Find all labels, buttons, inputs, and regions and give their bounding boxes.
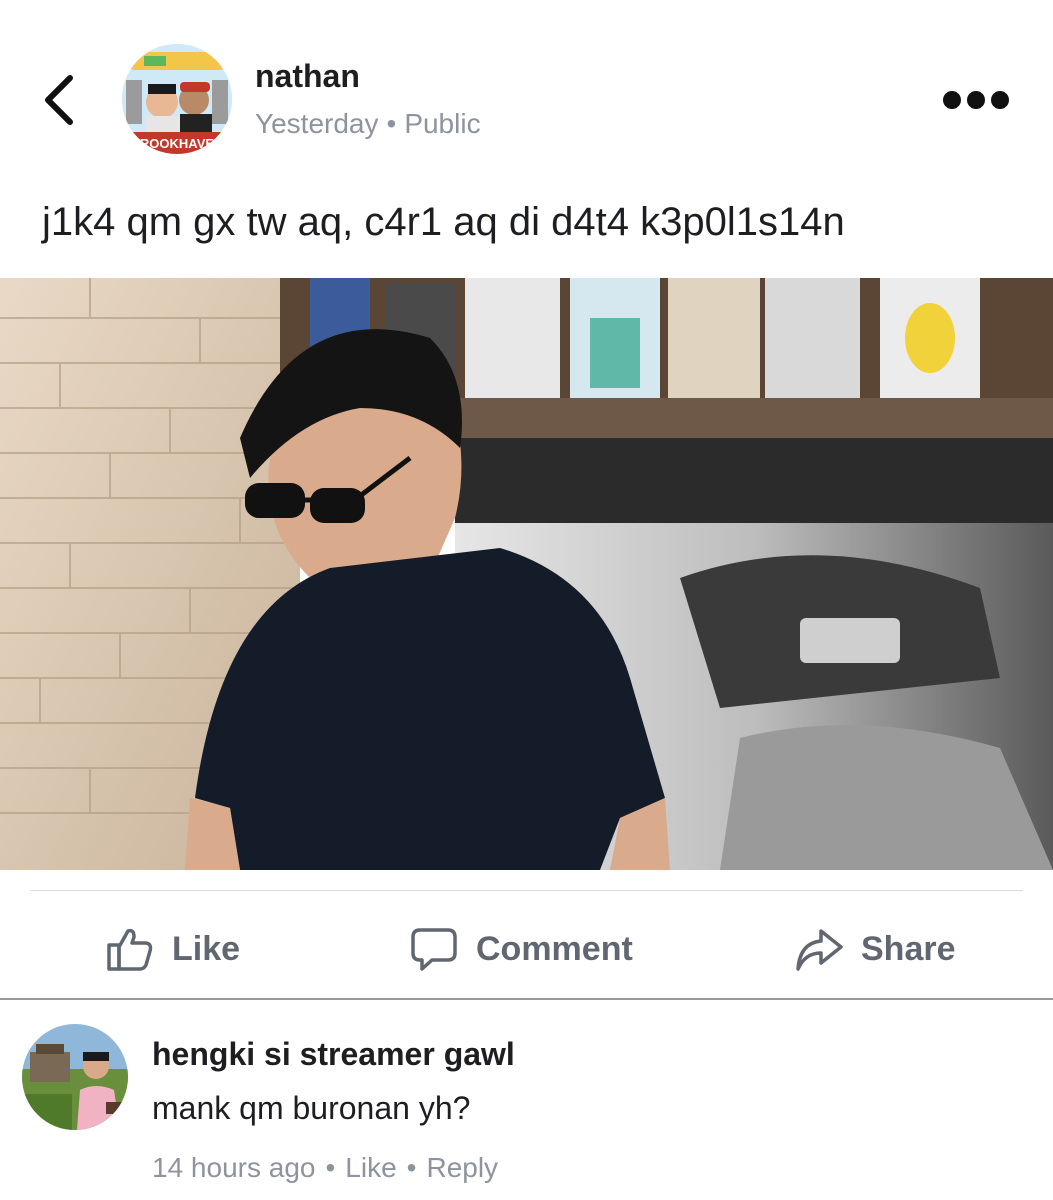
more-dots-icon — [943, 91, 1009, 109]
author-avatar[interactable]: BROOKHAVEN — [122, 44, 232, 154]
comment-button[interactable]: Comment — [410, 900, 633, 998]
chevron-left-icon — [45, 75, 73, 125]
post-audience: Public — [404, 108, 481, 139]
post-header: BROOKHAVEN nathan Yesterday • Public — [0, 0, 1053, 180]
thumbs-up-icon — [107, 928, 153, 971]
post-photo[interactable] — [0, 278, 1053, 870]
meta-separator: • — [386, 108, 397, 139]
post-photo-image — [0, 278, 1053, 870]
share-button[interactable]: Share — [795, 900, 956, 998]
comment-like-link[interactable]: Like — [345, 1152, 396, 1183]
post-time[interactable]: Yesterday — [255, 108, 379, 139]
comment-text: mank qm buronan yh? — [152, 1090, 471, 1126]
commenter-avatar[interactable] — [22, 1024, 128, 1130]
post-author-name[interactable]: nathan — [255, 58, 360, 95]
comment-meta: 14 hours ago • Like • Reply — [152, 1152, 498, 1184]
speech-bubble-icon — [411, 928, 457, 971]
like-button[interactable]: Like — [106, 900, 240, 998]
more-options-button[interactable] — [940, 86, 1012, 114]
back-button[interactable] — [38, 70, 82, 130]
post-actions: Like Comment Share — [0, 900, 1053, 998]
share-label: Share — [861, 929, 956, 968]
commenter-name[interactable]: hengki si streamer gawl — [152, 1036, 515, 1073]
share-arrow-icon — [796, 929, 843, 971]
comment-time: 14 hours ago — [152, 1152, 316, 1183]
actions-top-divider — [30, 890, 1023, 891]
comment-meta-separator: • — [325, 1152, 336, 1183]
post-text: j1k4 qm gx tw aq, c4r1 aq di d4t4 k3p0l1… — [42, 200, 845, 244]
avatar-image: BROOKHAVEN — [122, 44, 232, 154]
commenter-avatar-image — [22, 1024, 128, 1130]
comment-reply-link[interactable]: Reply — [426, 1152, 498, 1183]
like-label: Like — [172, 929, 241, 968]
comment-label: Comment — [476, 929, 633, 968]
comment-item: hengki si streamer gawl mank qm buronan … — [0, 1000, 1053, 1200]
avatar-badge-text: BROOKHAVEN — [131, 136, 224, 151]
post-meta: Yesterday • Public — [255, 108, 481, 140]
comment-meta-separator-2: • — [406, 1152, 417, 1183]
